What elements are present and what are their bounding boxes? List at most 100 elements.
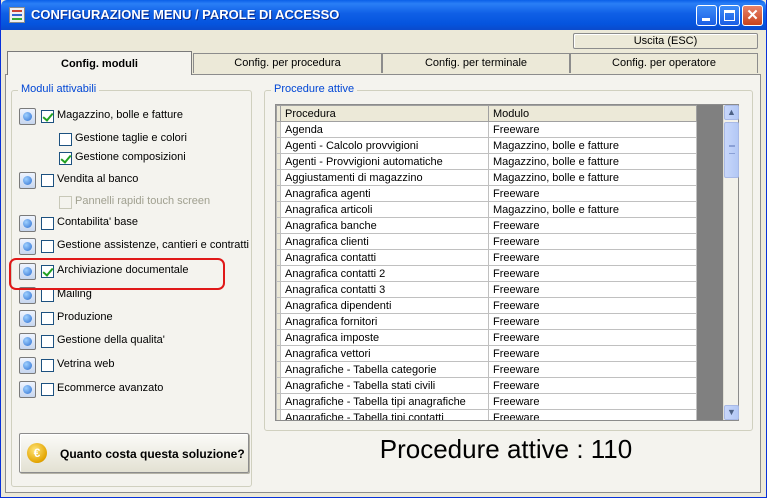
cell-procedura[interactable]: Agenti - Provvigioni automatiche [280, 153, 489, 170]
module-row-pannelli-touch: Pannelli rapidi touch screen [19, 194, 249, 212]
cell-modulo[interactable]: Freeware [488, 409, 697, 420]
checkbox-assistenze[interactable] [41, 240, 54, 253]
table-row[interactable]: Anagrafiche - Tabella categorie Freeware [276, 361, 697, 378]
checkbox-produzione[interactable] [41, 312, 54, 325]
cell-procedura[interactable]: Anagrafica vettori [280, 345, 489, 362]
column-header-modulo[interactable]: Modulo [488, 105, 697, 122]
cell-procedura[interactable]: Anagrafica agenti [280, 185, 489, 202]
cell-procedura[interactable]: Agenti - Calcolo provvigioni [280, 137, 489, 154]
table-row[interactable]: Anagrafiche - Tabella tipi anagrafiche Fr… [276, 393, 697, 410]
module-row-contabilita: Contabilita' base [19, 215, 249, 233]
table-row[interactable]: Anagrafica banche Freeware [276, 217, 697, 234]
table-row[interactable]: Anagrafica vettori Freeware [276, 345, 697, 362]
table-row[interactable]: Anagrafica contatti 2 Freeware [276, 265, 697, 282]
cell-procedura[interactable]: Anagrafica articoli [280, 201, 489, 218]
close-button[interactable]: ✕ [742, 5, 763, 26]
info-icon[interactable] [19, 108, 36, 125]
table-row[interactable]: Anagrafica dipendenti Freeware [276, 297, 697, 314]
checkbox-magazzino[interactable] [41, 110, 54, 123]
cell-modulo[interactable]: Freeware [488, 121, 697, 138]
table-row[interactable]: Anagrafica contatti Freeware [276, 249, 697, 266]
cell-modulo[interactable]: Freeware [488, 233, 697, 250]
checkbox-ecommerce[interactable] [41, 383, 54, 396]
maximize-button[interactable] [719, 5, 740, 26]
checkbox-qualita[interactable] [41, 335, 54, 348]
cell-procedura[interactable]: Agenda [280, 121, 489, 138]
table-row[interactable]: Agenti - Calcolo provvigioni Magazzino, b… [276, 137, 697, 154]
minimize-icon [702, 18, 710, 21]
checkbox-vendita-banco[interactable] [41, 174, 54, 187]
cell-procedura[interactable]: Anagrafica contatti 3 [280, 281, 489, 298]
cell-modulo[interactable]: Freeware [488, 265, 697, 282]
cost-button-label: Quanto costa questa soluzione? [60, 447, 245, 461]
cell-procedura[interactable]: Anagrafiche - Tabella categorie [280, 361, 489, 378]
cell-modulo[interactable]: Freeware [488, 185, 697, 202]
table-row[interactable]: Anagrafica articoli Magazzino, bolle e fa… [276, 201, 697, 218]
checkbox-vetrina-web[interactable] [41, 359, 54, 372]
procedures-grid[interactable]: Procedura Modulo Agenda Freeware Agenti - … [275, 104, 739, 421]
cell-modulo[interactable]: Freeware [488, 345, 697, 362]
checkbox-mailing[interactable] [41, 289, 54, 302]
table-row[interactable]: Anagrafica contatti 3 Freeware [276, 281, 697, 298]
cell-procedura[interactable]: Aggiustamenti di magazzino [280, 169, 489, 186]
cell-modulo[interactable]: Magazzino, bolle e fatture [488, 153, 697, 170]
procedures-table: Procedura Modulo Agenda Freeware Agenti - … [276, 105, 697, 420]
table-row[interactable]: Agenda Freeware [276, 121, 697, 138]
cell-modulo[interactable]: Freeware [488, 393, 697, 410]
cell-modulo[interactable]: Freeware [488, 217, 697, 234]
cell-procedura[interactable]: Anagrafiche - Tabella stati civili [280, 377, 489, 394]
info-icon[interactable] [19, 381, 36, 398]
tab-config-terminale[interactable]: Config. per terminale [382, 53, 570, 73]
cell-modulo[interactable]: Freeware [488, 297, 697, 314]
cell-modulo[interactable]: Magazzino, bolle e fatture [488, 201, 697, 218]
table-row[interactable]: Anagrafica imposte Freeware [276, 329, 697, 346]
cell-procedura[interactable]: Anagrafica fornitori [280, 313, 489, 330]
cell-modulo[interactable]: Freeware [488, 249, 697, 266]
cell-modulo[interactable]: Freeware [488, 361, 697, 378]
info-icon[interactable] [19, 357, 36, 374]
cell-modulo[interactable]: Freeware [488, 377, 697, 394]
cell-modulo[interactable]: Freeware [488, 329, 697, 346]
tab-config-procedura[interactable]: Config. per procedura [193, 53, 382, 73]
column-header-procedura[interactable]: Procedura [280, 105, 489, 122]
table-row[interactable]: Anagrafica fornitori Freeware [276, 313, 697, 330]
tab-config-moduli[interactable]: Config. moduli [7, 51, 192, 75]
tab-config-operatore[interactable]: Config. per operatore [570, 53, 758, 73]
checkbox-contabilita[interactable] [41, 217, 54, 230]
minimize-button[interactable] [696, 5, 717, 26]
info-icon[interactable] [19, 238, 36, 255]
cell-procedura[interactable]: Anagrafica contatti [280, 249, 489, 266]
module-label: Gestione assistenze, cantieri e contratt… [57, 239, 249, 251]
grid-scrollbar[interactable]: ▲ ▼ [723, 105, 739, 420]
scroll-thumb[interactable] [724, 122, 739, 178]
exit-button[interactable]: Uscita (ESC) [573, 33, 758, 49]
cell-procedura[interactable]: Anagrafica banche [280, 217, 489, 234]
info-icon[interactable] [19, 333, 36, 350]
table-row[interactable]: Anagrafica clienti Freeware [276, 233, 697, 250]
cell-modulo[interactable]: Freeware [488, 281, 697, 298]
info-icon[interactable] [19, 172, 36, 189]
cell-procedura[interactable]: Anagrafica dipendenti [280, 297, 489, 314]
table-row[interactable]: Anagrafiche - Tabella tipi contatti Freew… [276, 409, 697, 420]
cell-procedura[interactable]: Anagrafiche - Tabella tipi anagrafiche [280, 393, 489, 410]
cell-modulo[interactable]: Magazzino, bolle e fatture [488, 169, 697, 186]
cell-procedura[interactable]: Anagrafica contatti 2 [280, 265, 489, 282]
scroll-down-icon[interactable]: ▼ [724, 405, 739, 420]
title-bar[interactable]: CONFIGURAZIONE MENU / PAROLE DI ACCESSO … [1, 0, 766, 30]
scroll-up-icon[interactable]: ▲ [724, 105, 739, 120]
cell-procedura[interactable]: Anagrafica clienti [280, 233, 489, 250]
table-row[interactable]: Agenti - Provvigioni automatiche Magazzin… [276, 153, 697, 170]
highlight-annotation [9, 258, 225, 290]
info-icon[interactable] [19, 310, 36, 327]
checkbox-taglie-colori[interactable] [59, 133, 72, 146]
cell-modulo[interactable]: Magazzino, bolle e fatture [488, 137, 697, 154]
cell-modulo[interactable]: Freeware [488, 313, 697, 330]
cost-button[interactable]: € Quanto costa questa soluzione? [19, 433, 249, 473]
cell-procedura[interactable]: Anagrafica imposte [280, 329, 489, 346]
checkbox-composizioni[interactable] [59, 152, 72, 165]
cell-procedura[interactable]: Anagrafiche - Tabella tipi contatti [280, 409, 489, 420]
table-row[interactable]: Anagrafica agenti Freeware [276, 185, 697, 202]
table-row[interactable]: Anagrafiche - Tabella stati civili Freewa… [276, 377, 697, 394]
info-icon[interactable] [19, 215, 36, 232]
table-row[interactable]: Aggiustamenti di magazzino Magazzino, bol… [276, 169, 697, 186]
